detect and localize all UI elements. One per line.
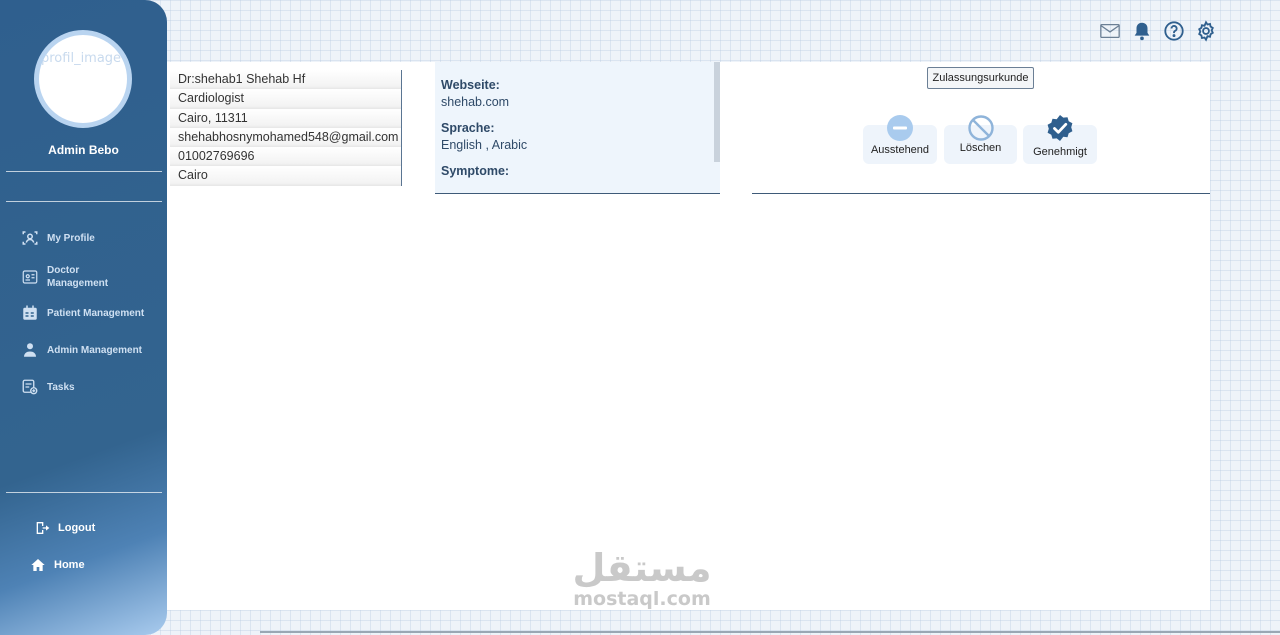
- tasks-icon: [20, 378, 40, 396]
- doctor-name: Dr:shehab1 Shehab Hf: [170, 70, 401, 90]
- sidebar-divider: [6, 171, 162, 172]
- ban-icon: [967, 114, 995, 142]
- sidebar-item-label: Tasks: [47, 381, 75, 393]
- doctor-email: shehabhosnymohamed548@gmail.com: [170, 127, 401, 148]
- sidebar-item-label: Doctor Management: [47, 265, 109, 289]
- header-icons: [1098, 20, 1226, 42]
- sidebar: profil_image Admin Bebo My Profile Docto…: [0, 0, 167, 635]
- doctor-card-icon: [20, 268, 40, 286]
- doctor-phone: 01002769696: [170, 147, 401, 167]
- doctor-city: Cairo: [170, 166, 401, 186]
- delete-label: Löschen: [959, 142, 1002, 154]
- website-label: Webseite:: [441, 78, 500, 92]
- doctor-specialty: Cardiologist: [170, 89, 401, 109]
- sidebar-item-doctor-management[interactable]: Doctor Management: [20, 264, 127, 290]
- home-icon: [30, 557, 46, 573]
- calendar-icon: [20, 304, 40, 322]
- help-icon[interactable]: [1162, 20, 1186, 42]
- mail-icon[interactable]: [1098, 20, 1122, 42]
- home-button[interactable]: Home: [30, 557, 85, 573]
- certificate-button[interactable]: Zulassungsurkunde: [927, 67, 1034, 89]
- bottom-divider: [260, 631, 1280, 633]
- sidebar-item-tasks[interactable]: Tasks: [20, 378, 75, 396]
- language-label: Sprache:: [441, 121, 495, 135]
- sidebar-item-label: Admin Management: [47, 344, 143, 356]
- symptoms-label: Symptome:: [441, 164, 510, 178]
- sidebar-divider: [6, 201, 162, 202]
- watermark-latin: mostaql.com: [573, 588, 711, 610]
- settings-icon[interactable]: [1194, 20, 1218, 42]
- avatar-alt-text: profil_image: [41, 51, 122, 66]
- admin-name: Admin Bebo: [48, 143, 119, 157]
- sidebar-item-my-profile[interactable]: My Profile: [20, 229, 95, 247]
- details-scrollbar[interactable]: [714, 62, 720, 162]
- home-label: Home: [54, 559, 85, 571]
- bell-icon[interactable]: [1130, 20, 1154, 42]
- pending-label: Ausstehend: [870, 144, 930, 156]
- minus-circle-icon: [886, 114, 914, 142]
- website-value[interactable]: shehab.com: [441, 95, 720, 109]
- approve-label: Genehmigt: [1033, 146, 1087, 158]
- doctor-details-box: Webseite: shehab.com Sprache: English , …: [435, 62, 720, 194]
- logout-button[interactable]: Logout: [34, 520, 95, 536]
- watermark-arabic: مستقل: [572, 546, 712, 590]
- pending-button[interactable]: Ausstehend: [863, 115, 937, 164]
- sidebar-item-admin-management[interactable]: Admin Management: [20, 341, 142, 359]
- logout-label: Logout: [58, 522, 96, 534]
- doctor-info: Dr:shehab1 Shehab Hf Cardiologist Cairo,…: [170, 70, 402, 186]
- sidebar-divider: [6, 492, 162, 493]
- doctor-address: Cairo, 11311: [170, 108, 401, 128]
- approve-button[interactable]: Genehmigt: [1023, 115, 1097, 164]
- profile-scan-icon: [20, 229, 40, 247]
- language-value: English , Arabic: [441, 138, 528, 152]
- sidebar-item-label: My Profile: [47, 232, 95, 244]
- sidebar-item-patient-management[interactable]: Patient Management: [20, 304, 144, 322]
- sidebar-item-label: Patient Management: [47, 307, 145, 319]
- logout-icon: [34, 520, 50, 536]
- verified-badge-icon: [1046, 114, 1074, 142]
- user-icon: [20, 341, 40, 359]
- watermark: مستقل mostaql.com: [562, 548, 722, 610]
- delete-button[interactable]: Löschen: [944, 115, 1017, 164]
- avatar[interactable]: profil_image: [34, 30, 132, 128]
